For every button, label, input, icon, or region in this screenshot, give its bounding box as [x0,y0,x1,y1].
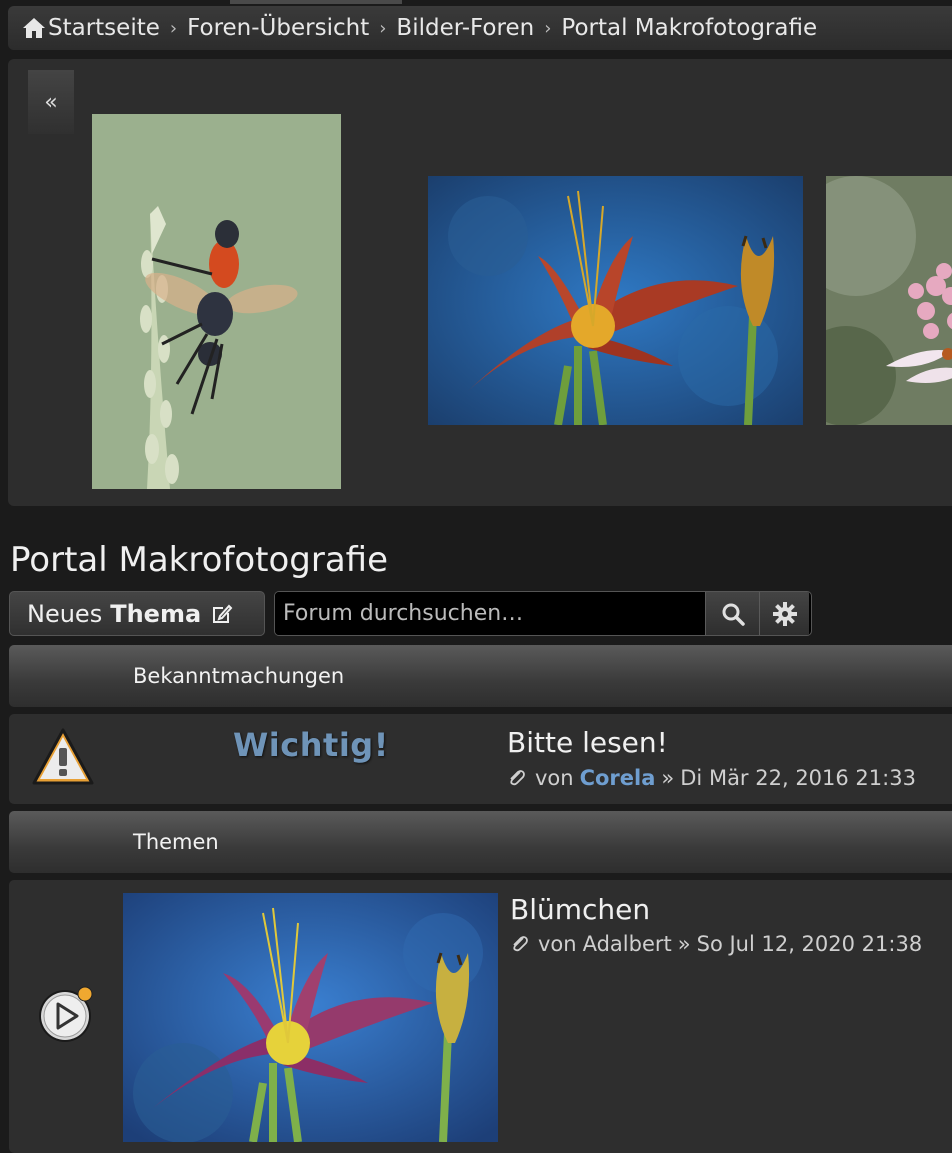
image-gallery: « [8,59,952,506]
separator: » [661,766,675,790]
important-badge: Wichtig! [233,726,389,764]
breadcrumb-image-forums[interactable]: Bilder-Foren [396,15,534,41]
new-topic-label: Neues [27,599,103,628]
chevron-right-icon: › [169,17,178,39]
advanced-search-button[interactable] [759,592,809,635]
topic-thumbnail[interactable] [123,893,498,1142]
edit-icon [213,604,233,623]
paperclip-icon [510,770,525,786]
home-icon [23,18,45,38]
post-date[interactable]: Di Mär 22, 2016 21:33 [680,766,916,790]
announcement-meta: von Corela » Di Mär 22, 2016 21:33 [507,766,916,790]
gallery-prev-button[interactable]: « [28,70,74,134]
topic-title[interactable]: Blümchen [510,893,650,926]
new-topic-button[interactable]: Neues Thema [9,591,265,636]
warning-icon [32,728,94,785]
announcement-title[interactable]: Bitte lesen! [507,726,668,759]
forum-search-input[interactable] [275,592,705,635]
breadcrumb: Startseite › Foren-Übersicht › Bilder-Fo… [8,6,952,50]
new-topic-label-bold: Thema [110,599,202,628]
forum-search-box [274,591,812,636]
announcement-row: Wichtig! Bitte lesen! von Corela » Di Mä… [9,714,952,804]
topic-row: Blümchen von Adalbert » So Jul 12, 2020 … [9,880,952,1153]
gallery-image-astrantia[interactable] [826,176,952,425]
page-title: Portal Makrofotografie [10,540,389,580]
paperclip-icon [513,936,528,952]
announcements-header: Bekanntmachungen [9,645,952,707]
breadcrumb-home[interactable]: Startseite [22,15,160,41]
top-scroll-indicator [230,0,402,4]
post-date[interactable]: So Jul 12, 2020 21:38 [697,932,923,956]
topic-meta: von Adalbert » So Jul 12, 2020 21:38 [510,932,922,956]
chevron-right-icon: › [379,17,387,39]
breadcrumb-label[interactable]: Startseite [48,15,160,41]
separator: » [677,932,691,956]
author-link[interactable]: Corela [580,766,656,790]
by-label: von [538,932,577,956]
search-button[interactable] [705,592,759,635]
unread-topic-icon [39,986,93,1042]
search-icon [722,603,745,626]
breadcrumb-forum-overview[interactable]: Foren-Übersicht [187,15,369,41]
gallery-image-fly[interactable] [92,114,341,489]
gallery-image-lily[interactable] [428,176,803,425]
topics-header: Themen [9,811,952,873]
breadcrumb-current[interactable]: Portal Makrofotografie [561,15,817,41]
by-label: von [535,766,574,790]
chevron-right-icon: › [544,17,552,39]
author-link[interactable]: Adalbert [583,932,672,956]
gear-icon [772,601,797,626]
